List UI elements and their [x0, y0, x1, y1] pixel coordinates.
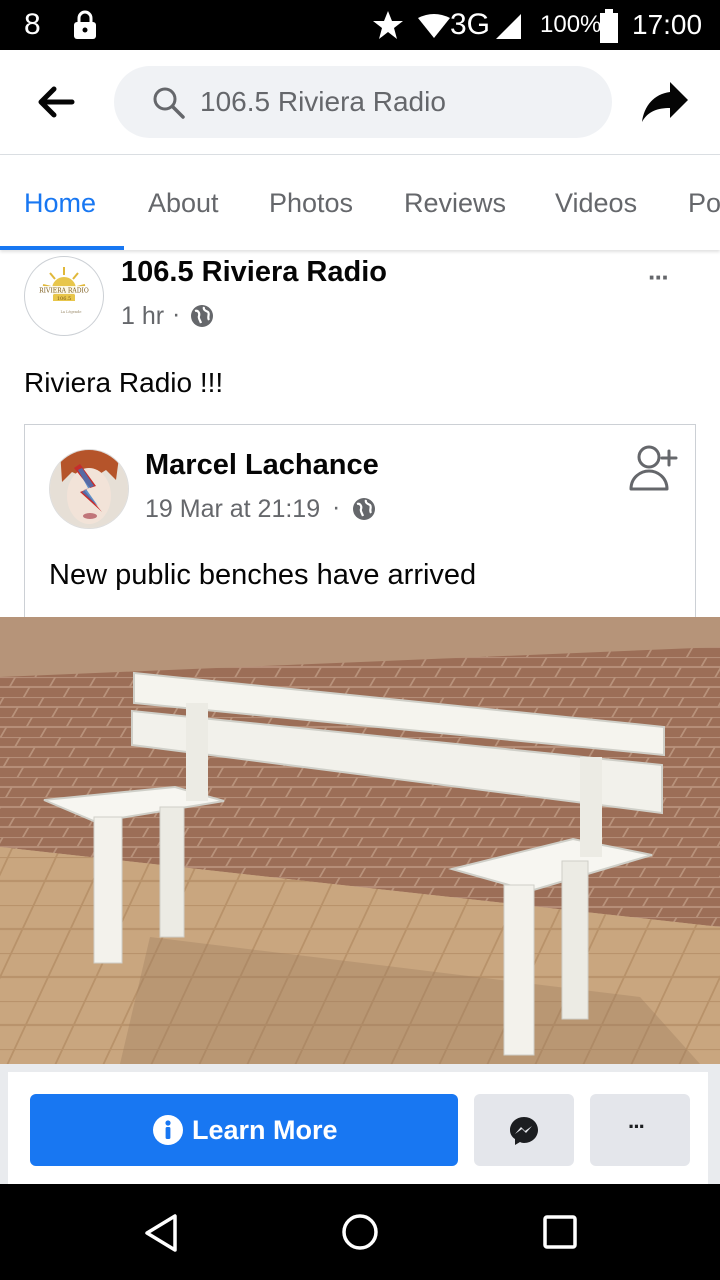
tab-home[interactable]: Home: [24, 155, 96, 250]
active-tab-indicator: [0, 246, 124, 250]
logo-line2: 106.5: [57, 296, 71, 302]
page-tabs: Home About Photos Reviews Videos Po: [0, 155, 720, 250]
lock-icon: [74, 10, 96, 39]
post-text: Riviera Radio !!!: [24, 367, 224, 398]
logo-line1: RIVIERA RADIO: [39, 288, 89, 295]
nav-recents-icon[interactable]: [542, 1214, 578, 1250]
shared-globe-icon: [353, 498, 375, 520]
system-nav-bar: [0, 1184, 720, 1280]
search-icon: [153, 87, 185, 119]
author-avatar[interactable]: [49, 449, 129, 529]
author-avatar-image: [50, 450, 128, 528]
share-icon[interactable]: [640, 80, 690, 124]
tab-posts[interactable]: Po: [688, 155, 720, 250]
globe-icon: [191, 305, 213, 327]
battery-percent: 100%: [540, 11, 602, 38]
nav-home-icon[interactable]: [340, 1212, 380, 1252]
learn-more-label: Learn More: [192, 1115, 338, 1145]
post-page-name[interactable]: 106.5 Riviera Radio: [121, 256, 387, 289]
search-input[interactable]: 106.5 Riviera Radio: [114, 66, 612, 138]
back-arrow-icon[interactable]: [36, 86, 76, 118]
notification-count: 8: [24, 8, 41, 41]
logo-line3: La Légende: [61, 310, 82, 314]
search-query: 106.5 Riviera Radio: [200, 86, 446, 117]
top-app-bar: 106.5 Riviera Radio: [0, 50, 720, 155]
info-icon: [153, 1115, 183, 1145]
messenger-button[interactable]: [474, 1094, 574, 1166]
meta-separator: ·: [172, 300, 181, 328]
shared-post-photo[interactable]: [0, 617, 720, 1064]
battery-icon: [600, 9, 618, 43]
shared-post-text: New public benches have arrived: [49, 559, 477, 591]
learn-more-button[interactable]: Learn More: [30, 1094, 458, 1166]
post-time[interactable]: 1 hr: [121, 302, 164, 331]
signal-icon: [496, 14, 521, 39]
tab-reviews[interactable]: Reviews: [404, 155, 506, 250]
shared-author-name[interactable]: Marcel Lachance: [145, 449, 379, 482]
status-bar: 8 3G 100% 17:00: [0, 0, 720, 50]
star-icon: [373, 11, 403, 39]
shared-meta-separator: ·: [332, 493, 341, 521]
more-options-icon: ···: [628, 1114, 646, 1139]
bench-photo: [0, 617, 720, 1064]
network-type: 3G: [450, 8, 491, 41]
more-options-button[interactable]: ···: [590, 1094, 690, 1166]
clock: 17:00: [632, 9, 703, 40]
add-friend-icon[interactable]: [627, 443, 683, 495]
wifi-icon: [418, 14, 450, 38]
nav-back-icon[interactable]: [142, 1212, 180, 1254]
riviera-radio-logo: RIVIERA RADIO 106.5 La Légende: [33, 267, 95, 314]
tab-photos[interactable]: Photos: [269, 155, 353, 250]
page-avatar[interactable]: RIVIERA RADIO 106.5 La Légende: [24, 256, 104, 336]
tab-about[interactable]: About: [148, 155, 219, 250]
messenger-icon: [510, 1117, 538, 1145]
shared-post-time[interactable]: 19 Mar at 21:19: [145, 495, 320, 524]
post-options-icon[interactable]: ···: [648, 262, 670, 293]
tab-videos[interactable]: Videos: [555, 155, 637, 250]
